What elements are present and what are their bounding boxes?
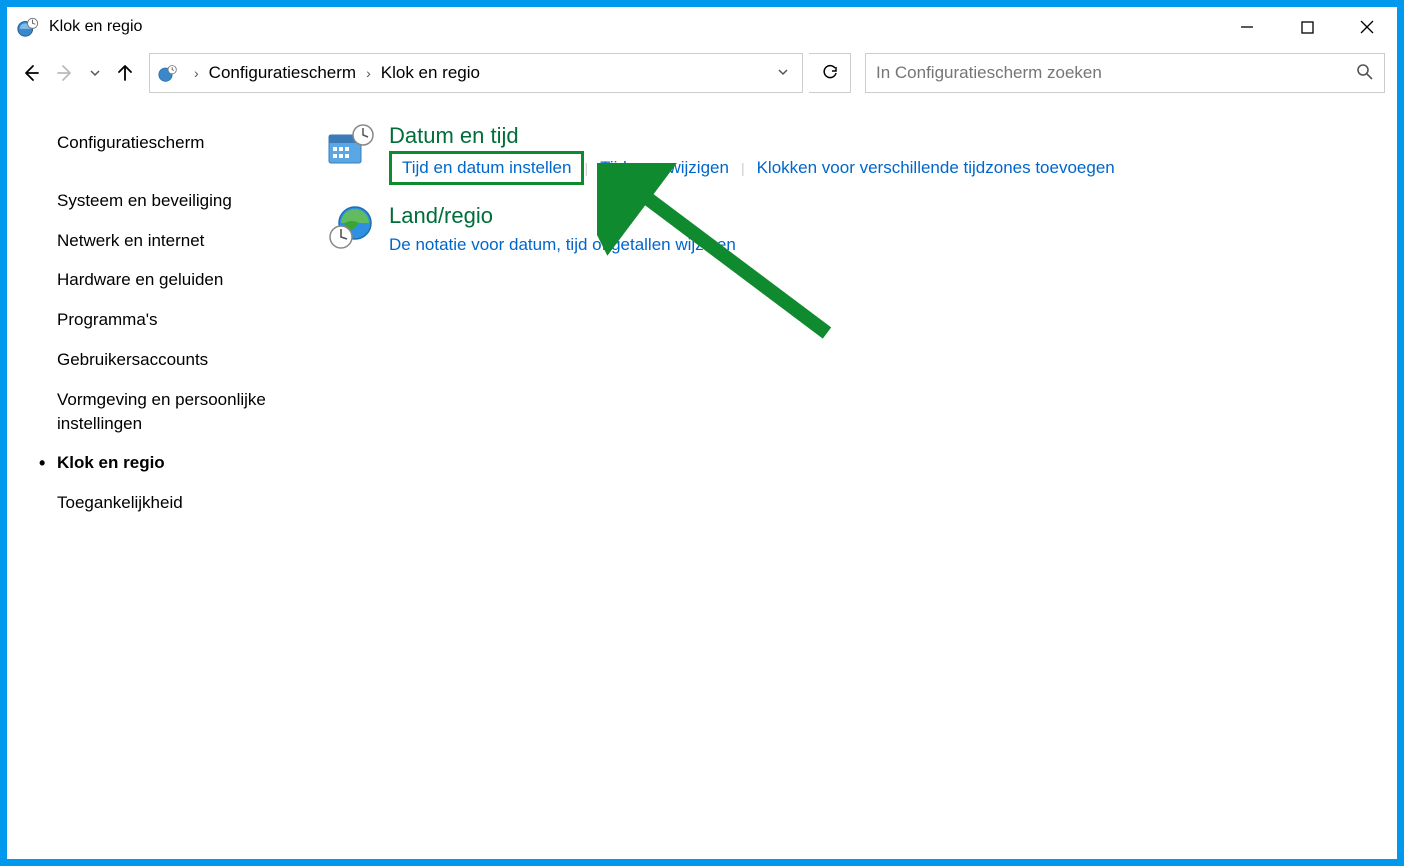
link-separator: | bbox=[741, 160, 745, 176]
category-link[interactable]: Tijdzone wijzigen bbox=[600, 154, 741, 182]
date-time-icon bbox=[327, 123, 375, 171]
content-area: Configuratiescherm Systeem en beveiligin… bbox=[7, 103, 1397, 859]
address-bar[interactable]: › Configuratiescherm › Klok en regio bbox=[149, 53, 803, 93]
sidebar-item[interactable]: Vormgeving en persoonlijke instellingen bbox=[57, 380, 307, 444]
address-dropdown[interactable] bbox=[768, 65, 798, 82]
category-title[interactable]: Datum en tijd bbox=[389, 123, 1127, 149]
category: Land/regioDe notatie voor datum, tijd of… bbox=[327, 203, 1377, 259]
sidebar-home[interactable]: Configuratiescherm bbox=[57, 123, 307, 163]
region-icon bbox=[327, 203, 375, 251]
main-panel: Datum en tijdTijd en datum instellen|Tij… bbox=[307, 113, 1377, 849]
search-box[interactable] bbox=[865, 53, 1385, 93]
sidebar-item[interactable]: Hardware en geluiden bbox=[57, 260, 307, 300]
chevron-right-icon: › bbox=[366, 65, 371, 81]
search-icon bbox=[1356, 63, 1374, 84]
window-controls bbox=[1217, 7, 1397, 47]
window-title: Klok en regio bbox=[49, 18, 1217, 36]
sidebar-item[interactable]: Klok en regio bbox=[57, 443, 307, 483]
forward-button[interactable] bbox=[53, 61, 77, 85]
sidebar: Configuratiescherm Systeem en beveiligin… bbox=[27, 113, 307, 849]
breadcrumb-klok-en-regio[interactable]: Klok en regio bbox=[381, 63, 480, 83]
maximize-button[interactable] bbox=[1277, 7, 1337, 47]
history-dropdown[interactable] bbox=[87, 61, 103, 85]
close-button[interactable] bbox=[1337, 7, 1397, 47]
breadcrumb-configuratiescherm[interactable]: Configuratiescherm bbox=[209, 63, 356, 83]
back-button[interactable] bbox=[19, 61, 43, 85]
category-link[interactable]: De notatie voor datum, tijd of getallen … bbox=[389, 231, 748, 259]
sidebar-item[interactable]: Gebruikersaccounts bbox=[57, 340, 307, 380]
control-panel-window: Klok en regio bbox=[6, 6, 1398, 860]
minimize-button[interactable] bbox=[1217, 7, 1277, 47]
sidebar-item[interactable]: Programma's bbox=[57, 300, 307, 340]
up-button[interactable] bbox=[113, 61, 137, 85]
sidebar-item[interactable]: Systeem en beveiliging bbox=[57, 181, 307, 221]
sidebar-item[interactable]: Toegankelijkheid bbox=[57, 483, 307, 523]
category-link[interactable]: Klokken voor verschillende tijdzones toe… bbox=[757, 154, 1127, 182]
sidebar-item[interactable]: Netwerk en internet bbox=[57, 221, 307, 261]
chevron-right-icon: › bbox=[194, 65, 199, 81]
category: Datum en tijdTijd en datum instellen|Tij… bbox=[327, 123, 1377, 185]
category-link[interactable]: Tijd en datum instellen bbox=[389, 151, 584, 185]
search-input[interactable] bbox=[876, 63, 1356, 83]
titlebar: Klok en regio bbox=[7, 7, 1397, 47]
refresh-button[interactable] bbox=[809, 53, 851, 93]
clock-region-icon bbox=[17, 16, 39, 38]
clock-region-icon bbox=[158, 63, 178, 83]
nav-toolbar: › Configuratiescherm › Klok en regio bbox=[7, 47, 1397, 103]
category-title[interactable]: Land/regio bbox=[389, 203, 748, 229]
link-separator: | bbox=[584, 160, 588, 176]
